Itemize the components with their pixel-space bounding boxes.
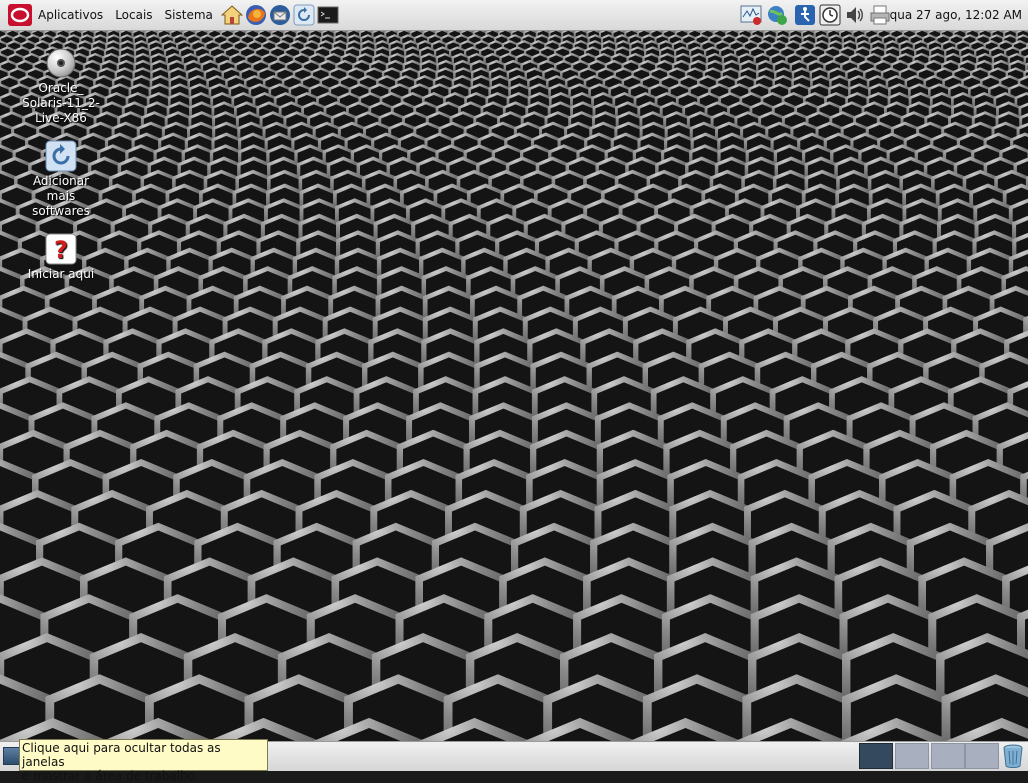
desktop-icon-start-here[interactable]: ? Iniciar aqui (16, 233, 106, 282)
workspace-3[interactable] (931, 743, 965, 769)
hexagon-mesh-wallpaper (0, 31, 1028, 741)
oracle-logo-icon[interactable] (8, 4, 32, 26)
top-panel: Aplicativos Locais Sistema (0, 0, 1028, 31)
menu-locais[interactable]: Locais (109, 0, 158, 31)
disc-icon (45, 47, 77, 79)
desktop-icon-add-software[interactable]: Adicionar mais softwares (16, 140, 106, 219)
svg-text:?: ? (54, 236, 68, 264)
desktop-icon-label: Iniciar aqui (16, 267, 106, 282)
update-manager-icon[interactable] (293, 4, 315, 26)
system-monitor-icon[interactable] (740, 4, 762, 26)
menu-sistema[interactable]: Sistema (159, 0, 219, 31)
menu-aplicativos[interactable]: Aplicativos (32, 0, 109, 31)
firefox-icon[interactable] (245, 4, 267, 26)
printer-icon[interactable] (869, 4, 891, 26)
thunderbird-icon[interactable] (269, 4, 291, 26)
workspace-2[interactable] (895, 743, 929, 769)
workspace-1[interactable] (859, 743, 893, 769)
desktop-icon-live-media[interactable]: Oracle_ Solaris-11_2- Live-X86 (16, 47, 106, 126)
home-icon[interactable] (221, 4, 243, 26)
help-icon: ? (45, 233, 77, 265)
package-update-icon (45, 140, 77, 172)
desktop-background[interactable] (0, 31, 1028, 741)
time-slider-icon[interactable] (819, 4, 841, 26)
show-desktop-tooltip: Clique aqui para ocultar todas as janela… (19, 739, 268, 771)
terminal-icon[interactable] (317, 4, 339, 26)
tooltip-text: Clique aqui para ocultar todas as janela… (22, 741, 221, 783)
accessibility-icon[interactable] (794, 4, 816, 26)
volume-icon[interactable] (844, 4, 866, 26)
trash-icon[interactable] (1002, 744, 1024, 768)
workspace-4[interactable] (965, 743, 999, 769)
panel-clock[interactable]: qua 27 ago, 12:02 AM (890, 0, 1022, 31)
desktop-icon-label: Oracle_ Solaris-11_2- Live-X86 (16, 81, 106, 126)
desktop-icon-label: Adicionar mais softwares (16, 174, 106, 219)
network-icon[interactable] (766, 4, 788, 26)
